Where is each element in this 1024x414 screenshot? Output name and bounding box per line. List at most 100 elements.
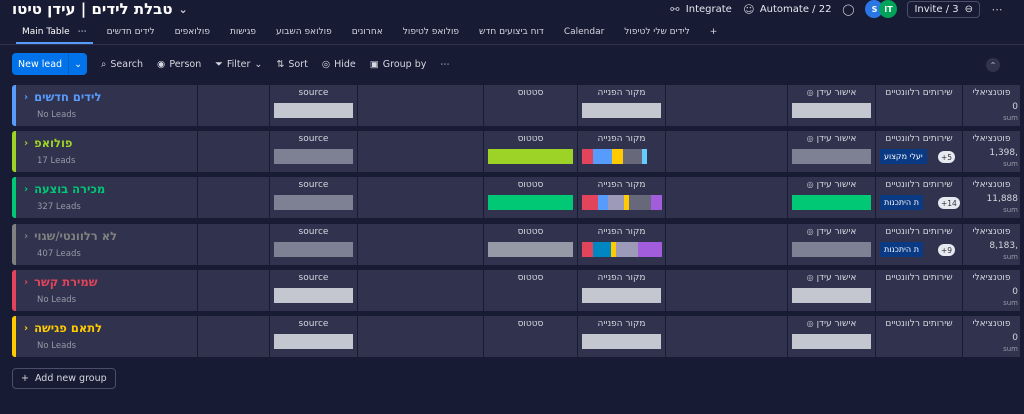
column-header[interactable]: שירותים רלוונטיים <box>876 273 962 283</box>
service-tag[interactable]: ת היתכנות <box>880 242 923 257</box>
automate-button[interactable]: ☺ Automate / 22 <box>742 2 831 16</box>
group-name[interactable]: מכירה בוצעה <box>34 182 105 196</box>
more-services-badge[interactable]: +14 <box>938 197 960 209</box>
avatar[interactable]: IT <box>879 0 898 18</box>
column-header[interactable]: ◎ אישור עידן <box>788 227 875 237</box>
add-new-group-button[interactable]: + Add new group <box>12 368 116 389</box>
chevron-down-icon[interactable]: ⌄ <box>179 3 188 16</box>
sort-button[interactable]: ⇅ Sort <box>276 59 307 70</box>
tab-meetings[interactable]: פגישות <box>220 22 266 42</box>
add-view-icon[interactable]: + <box>700 22 728 42</box>
origin-distribution-segment[interactable] <box>598 195 608 210</box>
approval-summary[interactable] <box>792 149 871 164</box>
status-summary-bar[interactable] <box>488 195 573 210</box>
chat-icon[interactable]: ◯ <box>841 2 855 16</box>
hide-button[interactable]: ◎ Hide <box>322 59 356 70</box>
approval-summary[interactable] <box>792 195 871 210</box>
tab-my-leads[interactable]: לידים שלי לטיפול <box>614 22 699 42</box>
column-header[interactable]: פוטנציאלי <box>963 319 1020 329</box>
column-header[interactable]: source <box>270 319 357 329</box>
column-header[interactable]: סטטוס <box>484 180 577 190</box>
origin-distribution-segment[interactable] <box>629 195 651 210</box>
column-header[interactable]: פוטנציאלי <box>963 88 1020 98</box>
column-header[interactable]: פוטנציאלי <box>963 227 1020 237</box>
service-tag[interactable]: יעלי מקצוע <box>880 149 927 164</box>
origin-distribution-segment[interactable] <box>593 149 612 164</box>
chevron-down-icon[interactable]: ⌄ <box>68 53 87 75</box>
board-title[interactable]: טבלת לידים | עידן טיטו ⌄ <box>12 0 188 18</box>
group-name[interactable]: פולואפ <box>34 136 72 150</box>
origin-distribution-segment[interactable] <box>642 149 647 164</box>
tab-week-followup[interactable]: פולואפ השבוע <box>266 22 342 42</box>
origin-distribution-segment[interactable] <box>582 195 598 210</box>
status-summary-bar[interactable] <box>488 149 573 164</box>
tab-performance-report[interactable]: דוח ביצועים חדש <box>469 22 554 42</box>
column-header[interactable]: פוטנציאלי <box>963 134 1020 144</box>
column-header[interactable]: source <box>270 88 357 98</box>
chevron-right-icon[interactable]: › <box>24 277 28 288</box>
column-header[interactable]: פוטנציאלי <box>963 273 1020 283</box>
avatar-group[interactable]: S IT <box>865 0 898 18</box>
more-icon[interactable]: ⋯ <box>990 2 1004 16</box>
origin-distribution-segment[interactable] <box>593 242 611 257</box>
status-summary-bar[interactable] <box>488 242 573 257</box>
origin-distribution-segment[interactable] <box>612 149 623 164</box>
origin-distribution-segment[interactable] <box>608 195 624 210</box>
chevron-right-icon[interactable]: › <box>24 231 28 242</box>
column-header[interactable]: ◎ אישור עידן <box>788 180 875 190</box>
tab-recent[interactable]: אחרונים <box>342 22 393 42</box>
column-header[interactable]: שירותים רלוונטיים <box>876 319 962 329</box>
more-services-badge[interactable]: +5 <box>938 151 956 163</box>
approval-summary[interactable] <box>792 288 871 303</box>
chevron-right-icon[interactable]: › <box>24 323 28 334</box>
column-header[interactable]: מקור הפנייה <box>578 227 665 237</box>
column-header[interactable]: source <box>270 227 357 237</box>
chevron-right-icon[interactable]: › <box>24 138 28 149</box>
column-header[interactable]: סטטוס <box>484 134 577 144</box>
origin-distribution-segment[interactable] <box>582 242 593 257</box>
group-title[interactable]: › מכירה בוצעה <box>24 182 105 196</box>
origin-distribution-segment[interactable] <box>623 149 642 164</box>
chevron-right-icon[interactable]: › <box>24 184 28 195</box>
tab-main-table[interactable]: Main Table ⋯ <box>12 22 97 44</box>
column-header[interactable]: מקור הפנייה <box>578 180 665 190</box>
column-header[interactable]: source <box>270 273 357 283</box>
group-name[interactable]: לידים חדשים <box>34 90 101 104</box>
group-title[interactable]: › שמירת קשר <box>24 275 97 289</box>
column-header[interactable]: שירותים רלוונטיים <box>876 227 962 237</box>
approval-summary[interactable] <box>792 242 871 257</box>
column-header[interactable]: ◎ אישור עידן <box>788 273 875 283</box>
column-header[interactable]: מקור הפנייה <box>578 273 665 283</box>
link-icon[interactable]: ⊖ <box>965 4 973 15</box>
tab-followup-to-handle[interactable]: פולואפ לטיפול <box>393 22 469 42</box>
person-filter-button[interactable]: ◉ Person <box>157 59 201 70</box>
origin-distribution-segment[interactable] <box>651 195 662 210</box>
approval-summary[interactable] <box>792 334 871 349</box>
service-tag[interactable]: ת היתכנות <box>880 195 923 210</box>
column-header[interactable]: סטטוס <box>484 319 577 329</box>
column-header[interactable]: שירותים רלוונטיים <box>876 180 962 190</box>
column-header[interactable]: ◎ אישור עידן <box>788 319 875 329</box>
column-header[interactable]: ◎ אישור עידן <box>788 88 875 98</box>
group-name[interactable]: שמירת קשר <box>34 275 97 289</box>
column-header[interactable]: מקור הפנייה <box>578 319 665 329</box>
column-header[interactable]: מקור הפנייה <box>578 134 665 144</box>
group-by-button[interactable]: ▣ Group by <box>370 59 427 70</box>
group-title[interactable]: › לידים חדשים <box>24 90 101 104</box>
column-header[interactable]: פוטנציאלי <box>963 180 1020 190</box>
origin-distribution-segment[interactable] <box>638 242 662 257</box>
origin-distribution-segment[interactable] <box>582 149 593 164</box>
filter-button[interactable]: ⏷ Filter ⌄ <box>215 59 262 70</box>
column-header[interactable]: סטטוס <box>484 227 577 237</box>
column-header[interactable]: source <box>270 180 357 190</box>
search-button[interactable]: ⌕ Search <box>101 59 143 70</box>
more-icon[interactable]: ⋯ <box>440 59 450 70</box>
tab-menu-icon[interactable]: ⋯ <box>78 27 87 37</box>
origin-distribution-segment[interactable] <box>616 242 638 257</box>
more-services-badge[interactable]: +9 <box>938 244 956 256</box>
column-header[interactable]: סטטוס <box>484 273 577 283</box>
column-header[interactable]: שירותים רלוונטיים <box>876 134 962 144</box>
collapse-header-icon[interactable]: ⌃ <box>986 58 1000 72</box>
group-name[interactable]: לתאם פגישה <box>34 321 102 335</box>
column-header[interactable]: ◎ אישור עידן <box>788 134 875 144</box>
